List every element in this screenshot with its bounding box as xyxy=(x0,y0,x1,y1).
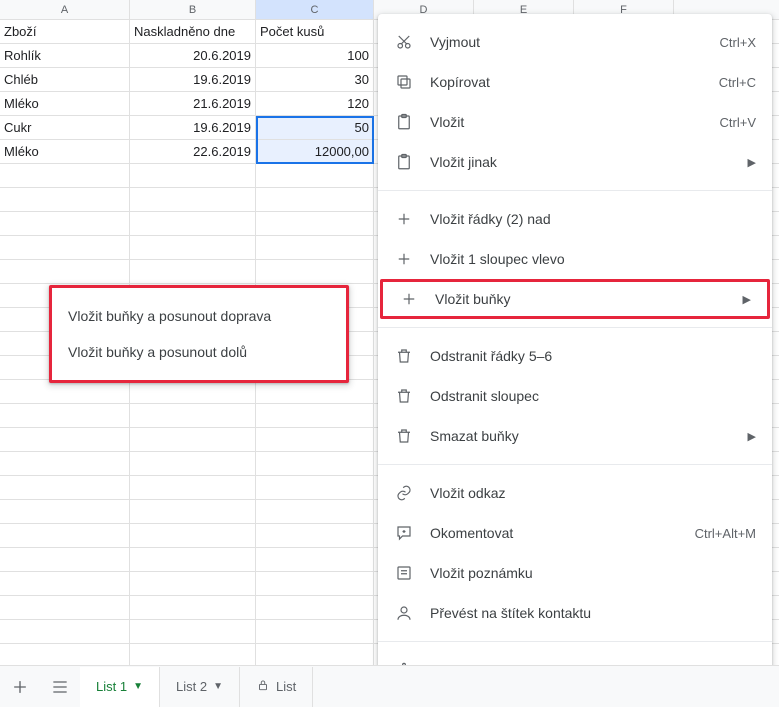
menu-insert-column[interactable]: Vložit 1 sloupec vlevo xyxy=(378,239,772,279)
menu-label: Vložit buňky a posunout doprava xyxy=(68,308,330,324)
menu-label: Kopírovat xyxy=(430,74,719,90)
cell-selected[interactable]: 12000,00 xyxy=(256,140,374,163)
cell[interactable]: Cukr xyxy=(0,116,130,139)
menu-shortcut: Ctrl+V xyxy=(720,115,756,130)
menu-copy[interactable]: Kopírovat Ctrl+C xyxy=(378,62,772,102)
menu-label: Vložit buňky xyxy=(435,291,735,307)
col-header-c[interactable]: C xyxy=(256,0,374,19)
chevron-down-icon[interactable]: ▼ xyxy=(133,681,143,692)
chevron-right-icon: ▶ xyxy=(748,156,756,169)
menu-cut[interactable]: Vyjmout Ctrl+X xyxy=(378,22,772,62)
cell[interactable]: Rohlík xyxy=(0,44,130,67)
menu-separator xyxy=(378,641,772,642)
lock-icon xyxy=(256,678,270,695)
menu-insert-cells-shift-down[interactable]: Vložit buňky a posunout dolů xyxy=(52,334,346,370)
menu-label: Vložit poznámku xyxy=(430,565,756,581)
menu-label: Odstranit sloupec xyxy=(430,388,756,404)
chevron-right-icon: ▶ xyxy=(743,293,751,306)
plus-icon xyxy=(394,209,414,229)
cell[interactable]: 20.6.2019 xyxy=(130,44,256,67)
menu-note[interactable]: Vložit poznámku xyxy=(378,553,772,593)
cell-selected[interactable]: 50 xyxy=(256,116,374,139)
plus-icon xyxy=(399,289,419,309)
menu-delete-cells[interactable]: Smazat buňky ▶ xyxy=(378,416,772,456)
cell[interactable]: Zboží xyxy=(0,20,130,43)
sheet-tab-list1[interactable]: List 1 ▼ xyxy=(80,667,160,707)
chevron-right-icon: ▶ xyxy=(748,430,756,443)
menu-label: Odstranit řádky 5–6 xyxy=(430,348,756,364)
menu-label: Převést na štítek kontaktu xyxy=(430,605,756,621)
menu-label: Vložit odkaz xyxy=(430,485,756,501)
cell[interactable]: 30 xyxy=(256,68,374,91)
copy-icon xyxy=(394,72,414,92)
cell[interactable]: Naskladněno dne xyxy=(130,20,256,43)
menu-label: Vložit řádky (2) nad xyxy=(430,211,756,227)
paste-icon xyxy=(394,112,414,132)
cell[interactable]: 120 xyxy=(256,92,374,115)
all-sheets-button[interactable] xyxy=(40,667,80,707)
menu-comment[interactable]: Okomentovat Ctrl+Alt+M xyxy=(378,513,772,553)
menu-paste[interactable]: Vložit Ctrl+V xyxy=(378,102,772,142)
cell[interactable]: Mléko xyxy=(0,140,130,163)
cell[interactable]: 19.6.2019 xyxy=(130,68,256,91)
trash-icon xyxy=(394,386,414,406)
cell[interactable]: 100 xyxy=(256,44,374,67)
menu-label: Vložit jinak xyxy=(430,154,740,170)
menu-label: Vložit 1 sloupec vlevo xyxy=(430,251,756,267)
cell[interactable]: Počet kusů xyxy=(256,20,374,43)
sheet-tab-label: List 1 xyxy=(96,679,127,694)
menu-separator xyxy=(378,190,772,191)
menu-insert-rows[interactable]: Vložit řádky (2) nad xyxy=(378,199,772,239)
plus-icon xyxy=(394,249,414,269)
menu-label: Vložit xyxy=(430,114,720,130)
cell[interactable]: 19.6.2019 xyxy=(130,116,256,139)
menu-label: Vyjmout xyxy=(430,34,720,50)
menu-insert-link[interactable]: Vložit odkaz xyxy=(378,473,772,513)
cell[interactable]: 22.6.2019 xyxy=(130,140,256,163)
col-header-b[interactable]: B xyxy=(130,0,256,19)
menu-label: Smazat buňky xyxy=(430,428,740,444)
sheet-tab-bar: List 1 ▼ List 2 ▼ List xyxy=(0,665,779,707)
menu-label: Vložit buňky a posunout dolů xyxy=(68,344,330,360)
menu-insert-cells-shift-right[interactable]: Vložit buňky a posunout doprava xyxy=(52,298,346,334)
chevron-down-icon[interactable]: ▼ xyxy=(213,681,223,692)
trash-icon xyxy=(394,426,414,446)
person-icon xyxy=(394,603,414,623)
menu-shortcut: Ctrl+X xyxy=(720,35,756,50)
context-menu: Vyjmout Ctrl+X Kopírovat Ctrl+C Vložit C… xyxy=(378,14,772,698)
add-sheet-button[interactable] xyxy=(0,667,40,707)
sheet-tab-label: List 2 xyxy=(176,679,207,694)
menu-shortcut: Ctrl+C xyxy=(719,75,756,90)
submenu-insert-cells: Vložit buňky a posunout doprava Vložit b… xyxy=(49,285,349,383)
cell[interactable]: Mléko xyxy=(0,92,130,115)
sheet-tab-label: List xyxy=(276,679,296,694)
menu-paste-special[interactable]: Vložit jinak ▶ xyxy=(378,142,772,182)
menu-label: Okomentovat xyxy=(430,525,695,541)
cut-icon xyxy=(394,32,414,52)
menu-separator xyxy=(378,464,772,465)
paste-special-icon xyxy=(394,152,414,172)
menu-delete-column[interactable]: Odstranit sloupec xyxy=(378,376,772,416)
menu-contact-chip[interactable]: Převést na štítek kontaktu xyxy=(378,593,772,633)
trash-icon xyxy=(394,346,414,366)
sheet-tab-list2[interactable]: List 2 ▼ xyxy=(160,667,240,707)
note-icon xyxy=(394,563,414,583)
cell[interactable]: 21.6.2019 xyxy=(130,92,256,115)
col-header-a[interactable]: A xyxy=(0,0,130,19)
sheet-tab-list3[interactable]: List xyxy=(240,667,313,707)
menu-insert-cells[interactable]: Vložit buňky ▶ xyxy=(380,279,770,319)
menu-delete-rows[interactable]: Odstranit řádky 5–6 xyxy=(378,336,772,376)
link-icon xyxy=(394,483,414,503)
menu-shortcut: Ctrl+Alt+M xyxy=(695,526,756,541)
cell[interactable]: Chléb xyxy=(0,68,130,91)
comment-icon xyxy=(394,523,414,543)
menu-separator xyxy=(378,327,772,328)
